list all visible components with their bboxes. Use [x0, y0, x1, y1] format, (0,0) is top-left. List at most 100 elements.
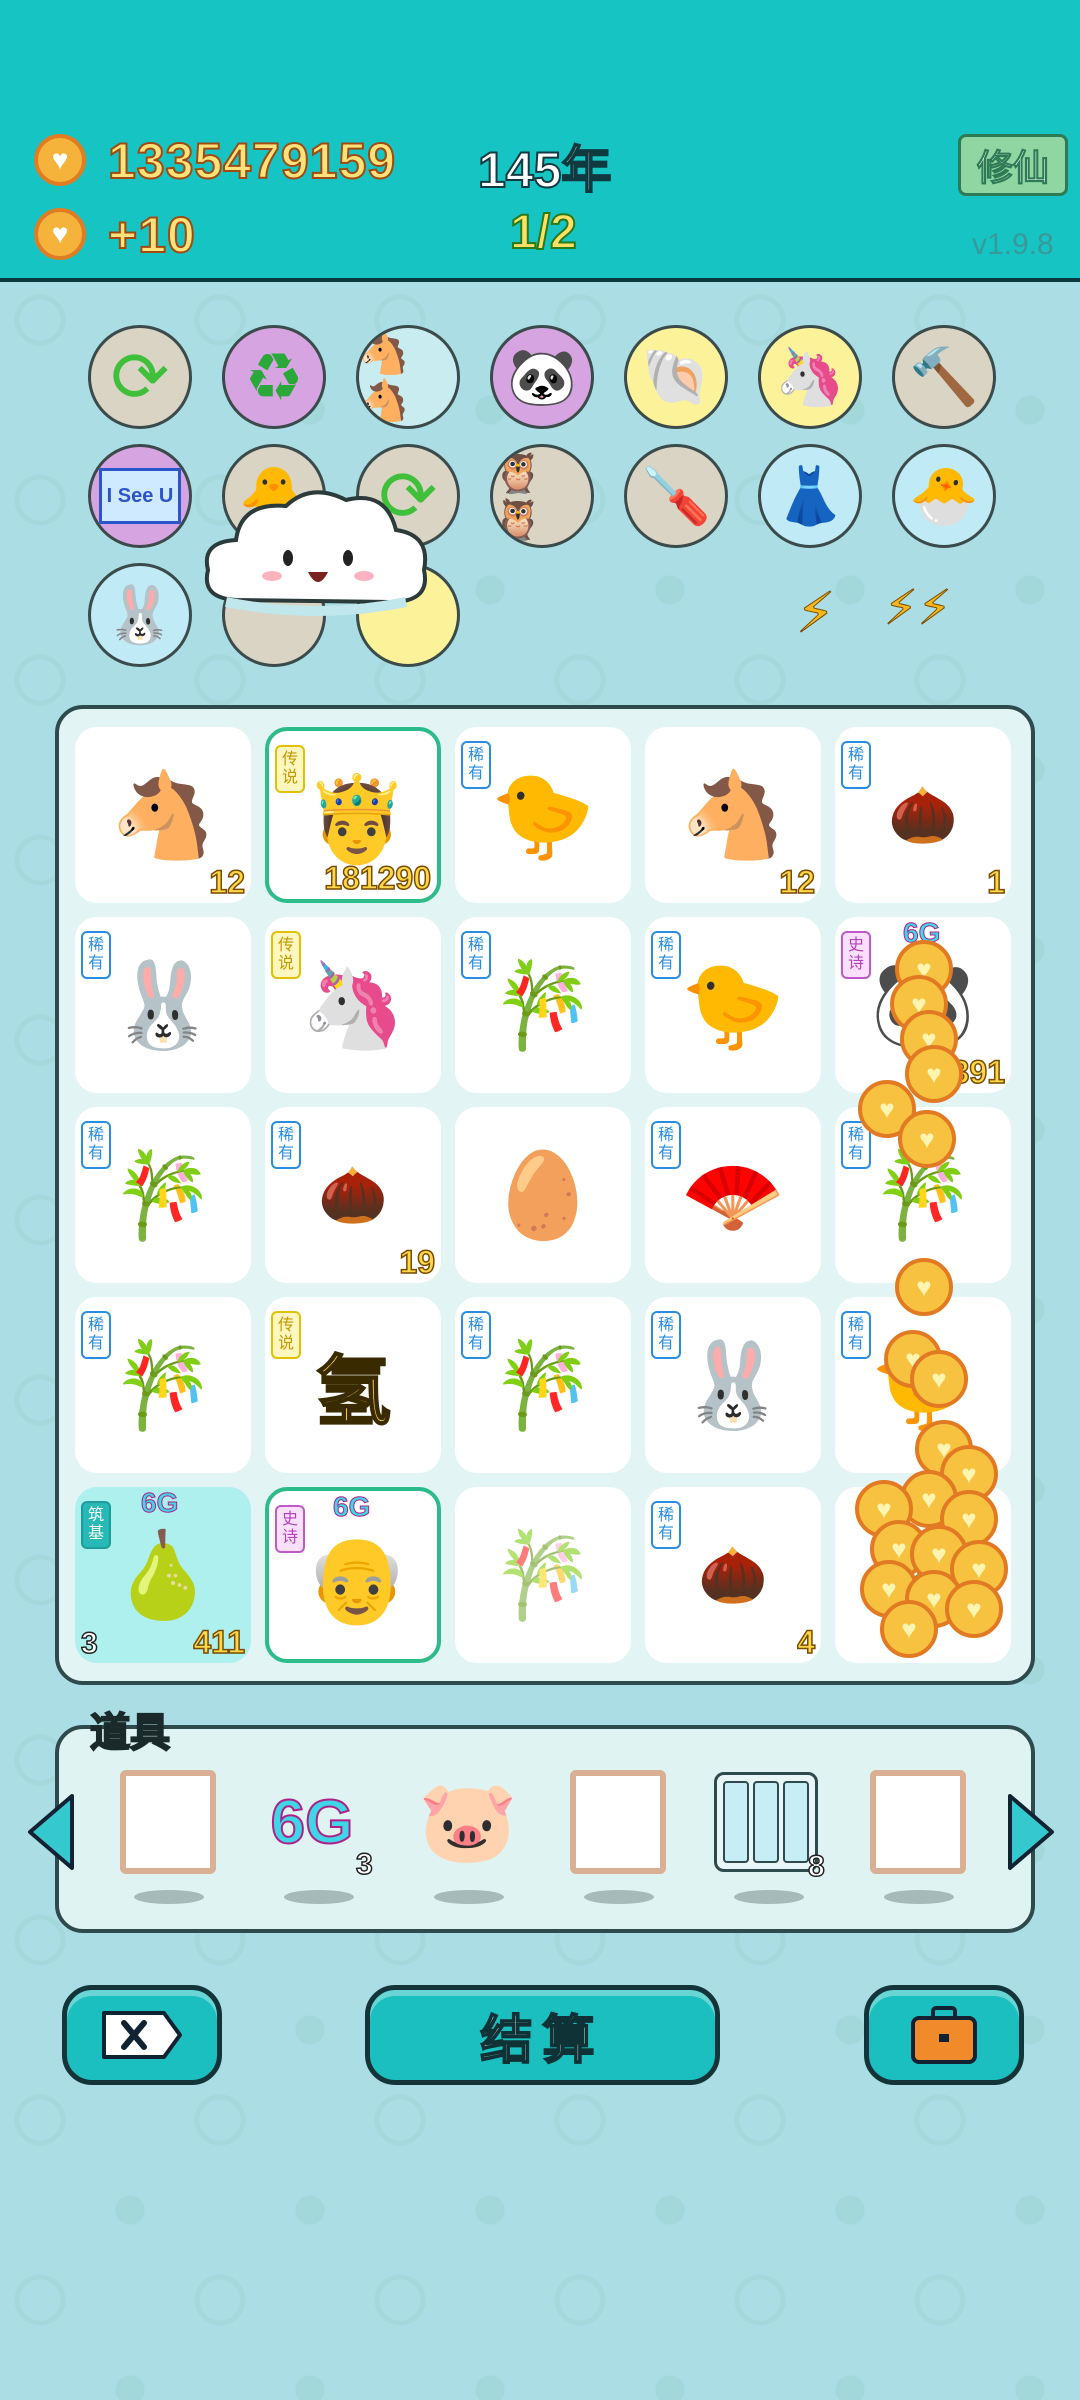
bamboo-icon: 🎋 [110, 1147, 216, 1242]
year-counter: 145年 [477, 141, 612, 199]
item-slot[interactable] [714, 1767, 818, 1877]
chick-egg-symbol-icon[interactable]: 🐣 [892, 444, 996, 548]
board-cell[interactable]: 🎋 [455, 1487, 631, 1663]
hammer-symbol-icon[interactable]: 🔨 [892, 325, 996, 429]
board-cell[interactable]: 史诗 6G 👴 [265, 1487, 441, 1663]
board-cell[interactable]: 稀有 🐰 [75, 917, 251, 1093]
fan-icon: 🪭 [680, 1147, 786, 1242]
flying-coin-icon: ♥ [898, 1110, 956, 1168]
screwdriver-symbol-icon[interactable]: 🪛 [624, 444, 728, 548]
grumpy-king-icon: 👴 [304, 1531, 410, 1626]
cultivation-mode-button[interactable]: 修仙 [958, 134, 1068, 196]
delete-button[interactable] [62, 1985, 222, 2085]
hydrogen-char-icon: 氢 [314, 1349, 392, 1436]
refresh-symbol-icon[interactable]: ⟳ [88, 325, 192, 429]
board-cell[interactable]: 稀有 🎋 [455, 917, 631, 1093]
6g-item-icon: 6G [270, 1787, 355, 1858]
nut-icon: 🌰 [888, 783, 958, 846]
board-cell[interactable]: 稀有 🐤 [645, 917, 821, 1093]
nut-icon: 🌰 [698, 1543, 768, 1606]
shell-symbol-icon[interactable]: 🐚 [624, 325, 728, 429]
bamboo-icon: 🎋 [490, 1527, 596, 1622]
board-cell[interactable]: 传说 🤴 181290 [265, 727, 441, 903]
skirt-symbol-icon[interactable]: 👗 [758, 444, 862, 548]
board-cell[interactable]: 🐴 12 [645, 727, 821, 903]
flying-coin-icon: ♥ [910, 1350, 968, 1408]
lightning-icon: ⚡ [795, 581, 836, 645]
board-cell[interactable]: 稀有 🎋 [455, 1297, 631, 1473]
board-cell[interactable]: 稀有 🌰 1 [835, 727, 1011, 903]
cell-count: 181290 [323, 859, 431, 897]
version-label: v1.9.8 [972, 228, 1054, 261]
cell-count: 12 [209, 863, 246, 901]
bag-button[interactable] [864, 1985, 1024, 2085]
bamboo-icon: 🎋 [490, 1337, 596, 1432]
board-cell[interactable]: 稀有 🌰 19 [265, 1107, 441, 1283]
round-counter: 1/2 [509, 205, 578, 260]
i-see-u-symbol-icon[interactable]: I See U [88, 444, 192, 548]
chick-icon: 🐤 [680, 957, 786, 1052]
cell-left-count: 3 [80, 1626, 98, 1661]
board-cell[interactable]: 稀有 🎋 [75, 1297, 251, 1473]
cell-count: 4 [796, 1623, 815, 1661]
cloud-mascot-icon [204, 490, 428, 616]
board-cell[interactable]: 传说 氢 [265, 1297, 441, 1473]
unicorn-symbol-icon[interactable]: 🦄 [758, 325, 862, 429]
board-cell[interactable]: 🐴 12 [75, 727, 251, 903]
top-status-bar: ♥ 1335479159 ♥ +10 145年 1/2 修仙 v1.9.8 [0, 0, 1080, 282]
briefcase-icon [911, 2006, 977, 2064]
i-see-u-card: I See U [99, 468, 181, 524]
unicorn-icon: 🦄 [300, 957, 406, 1052]
empty-frame-icon [120, 1770, 216, 1874]
epic-cards-icon [714, 1772, 818, 1872]
cell-count: 411 [193, 1623, 246, 1661]
board-cell[interactable]: 稀有 🐤 [455, 727, 631, 903]
empty-frame-icon [870, 1770, 966, 1874]
item-shadow [134, 1890, 204, 1904]
board-cell[interactable]: 稀有 🪭 [645, 1107, 821, 1283]
flying-coin-icon: ♥ [905, 1045, 963, 1103]
item-shadow [884, 1890, 954, 1904]
items-prev-arrow-icon[interactable] [22, 1790, 78, 1874]
double-lightning-icon: ⚡⚡ [883, 582, 952, 636]
recycle-symbol-icon[interactable]: ♻ [222, 325, 326, 429]
item-slot[interactable] [118, 1767, 218, 1877]
item-slot[interactable]: 6G [262, 1767, 362, 1877]
cell-count: 19 [399, 1243, 436, 1281]
item-slot[interactable] [568, 1767, 668, 1877]
item-count: 3 [355, 1847, 373, 1882]
items-next-arrow-icon[interactable] [1004, 1790, 1060, 1874]
flying-coin-icon: ♥ [945, 1580, 1003, 1638]
board-cell[interactable]: 筑基 6G 🍐 3 411 [75, 1487, 251, 1663]
owls-symbol-icon[interactable]: 🦉🦉 [490, 444, 594, 548]
piggy-bank-icon: 🐷 [418, 1777, 518, 1866]
item-slot[interactable] [868, 1767, 968, 1877]
item-shadow [284, 1890, 354, 1904]
board-cell[interactable]: 稀有 🎋 [75, 1107, 251, 1283]
board-cell[interactable]: 传说 🦄 [265, 917, 441, 1093]
flying-coin-icon: ♥ [895, 1258, 953, 1316]
coin-icon: ♥ [34, 134, 86, 186]
item-slot[interactable]: 🐷 [418, 1767, 518, 1877]
income-coin-icon: ♥ [34, 208, 86, 260]
cell-count: 1 [986, 863, 1005, 901]
settle-button[interactable]: 结算 [365, 1985, 720, 2085]
item-shadow [434, 1890, 504, 1904]
rabbit-book-icon: 🐰 [680, 1337, 786, 1432]
horses-symbol-icon[interactable]: 🐴🐴 [356, 325, 460, 429]
rabbit-symbol-icon[interactable]: 🐰 [88, 563, 192, 667]
board-cell[interactable]: 🥚 [455, 1107, 631, 1283]
egg-icon: 🥚 [490, 1147, 596, 1242]
chick-icon: 🐤 [490, 767, 596, 862]
board-cell[interactable]: 稀有 🌰 4 [645, 1487, 821, 1663]
income-value: +10 [107, 206, 196, 264]
backspace-x-icon [102, 2011, 182, 2059]
items-label: 道具 [89, 1710, 171, 1756]
panda-symbol-icon[interactable]: 🐼 [490, 325, 594, 429]
board-cell[interactable]: 稀有 🐰 [645, 1297, 821, 1473]
item-count: 8 [807, 1849, 825, 1884]
flying-coin-icon: ♥ [880, 1600, 938, 1658]
item-shadow [584, 1890, 654, 1904]
empty-frame-icon [570, 1770, 666, 1874]
bamboo-icon: 🎋 [110, 1337, 216, 1432]
